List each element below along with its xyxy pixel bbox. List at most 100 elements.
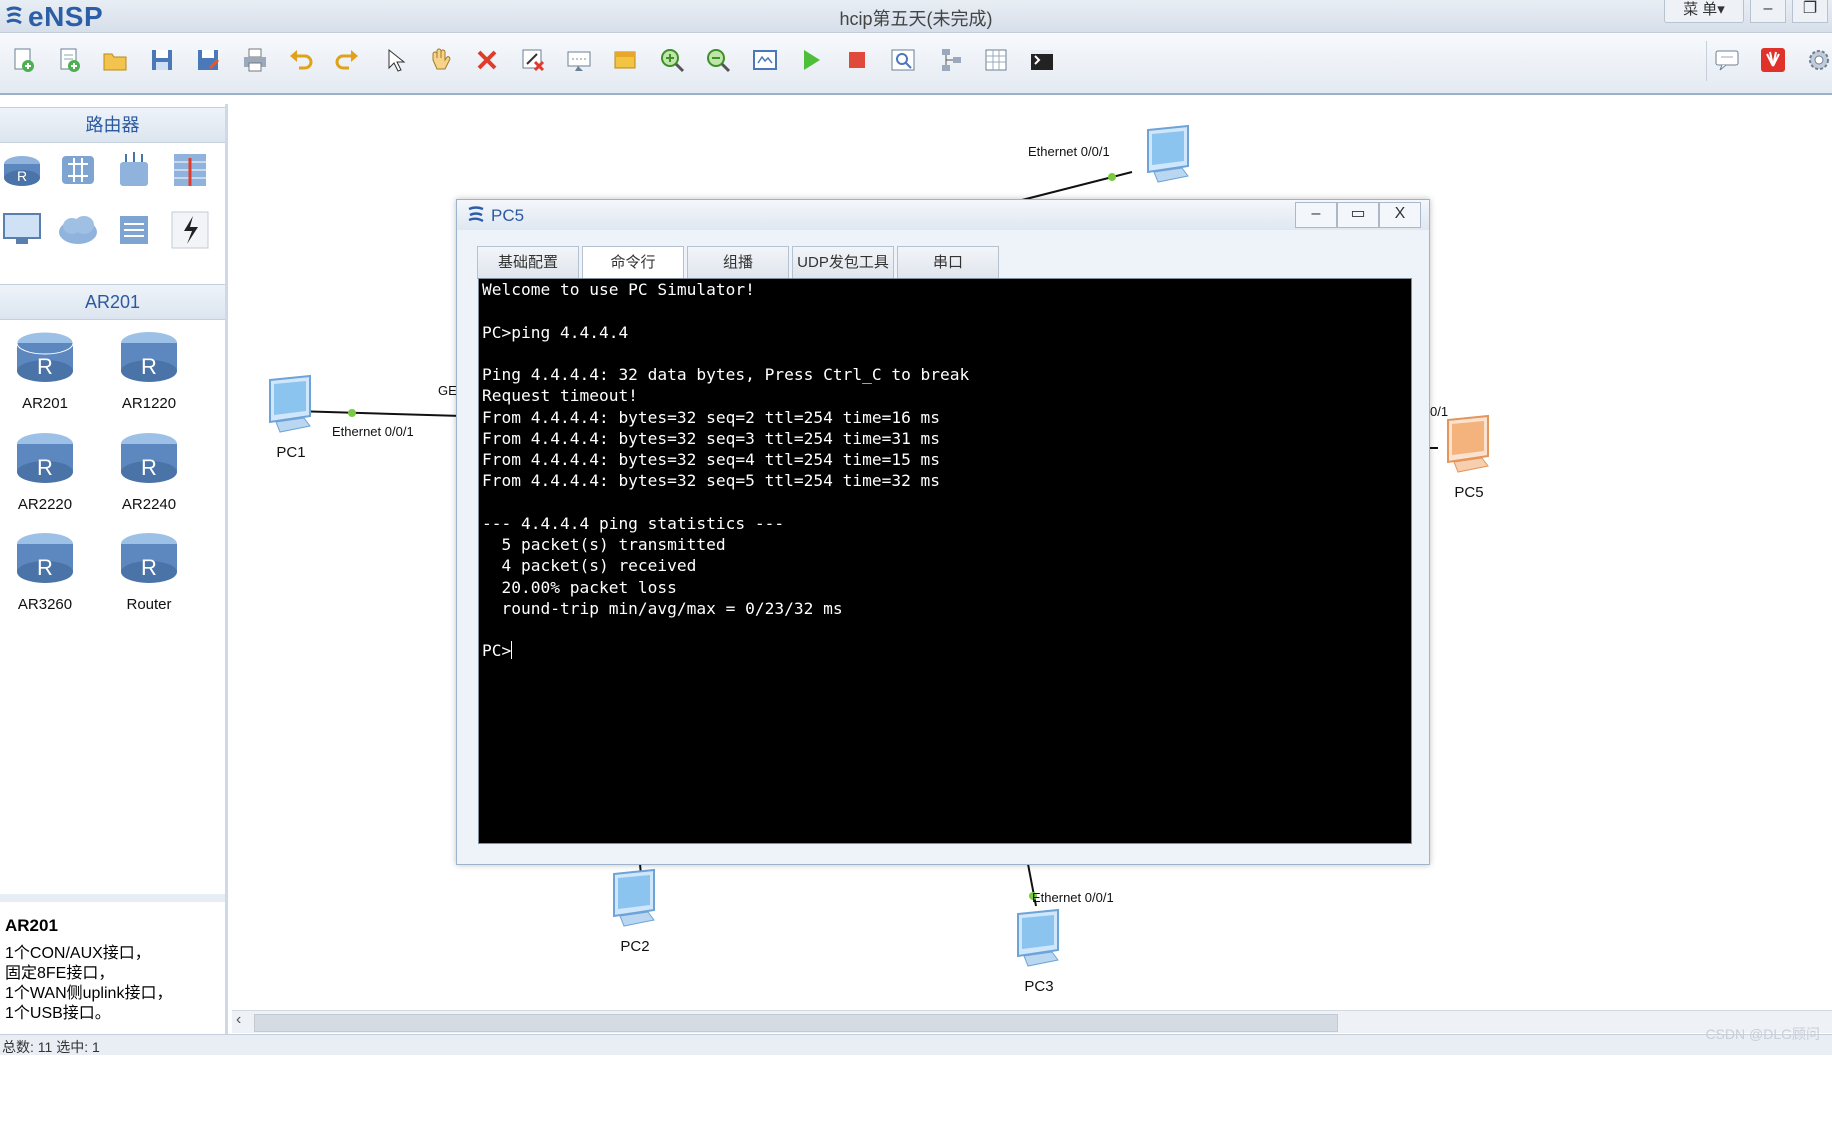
topology-icon[interactable] <box>935 45 965 75</box>
switch-category-icon[interactable] <box>56 148 100 192</box>
description-line: 1个WAN侧uplink接口， <box>5 985 173 1002</box>
console-line: Welcome to use PC Simulator! <box>482 280 755 299</box>
node-pc3[interactable]: PC3 <box>1004 908 1074 995</box>
svg-text:R: R <box>37 455 53 480</box>
router-icon: R <box>121 533 177 583</box>
firewall-category-icon[interactable] <box>168 148 212 192</box>
node-pc2[interactable]: PC2 <box>600 868 670 955</box>
new-topology-icon[interactable] <box>8 45 38 75</box>
redo-icon[interactable] <box>332 45 362 75</box>
pan-hand-icon[interactable] <box>425 45 455 75</box>
dialog-title: PC5 <box>491 206 525 225</box>
cloud-category-icon[interactable] <box>56 208 100 252</box>
console-line: From 4.4.4.4: bytes=32 seq=5 ttl=254 tim… <box>482 471 941 491</box>
console-line <box>479 300 1411 321</box>
console-line: 20.00% packet loss <box>482 577 677 597</box>
device-ar201[interactable]: R AR201 <box>0 329 90 412</box>
settings-icon[interactable] <box>1804 45 1832 75</box>
tab-basic-config[interactable]: 基础配置 <box>477 246 579 279</box>
open-icon[interactable] <box>100 45 130 75</box>
main-menu-button[interactable]: 菜 单▾ <box>1664 0 1744 23</box>
tab-serial[interactable]: 串口 <box>897 246 999 279</box>
console-line <box>479 343 1411 364</box>
save-as-icon[interactable] <box>193 45 223 75</box>
console-line <box>479 619 1411 640</box>
palette-icon[interactable] <box>610 45 640 75</box>
minimize-button[interactable]: – <box>1750 0 1786 23</box>
dialog-maximize-button[interactable]: ▭ <box>1337 202 1379 228</box>
scroll-left-icon[interactable]: ‹ <box>236 1011 241 1029</box>
svg-text:R: R <box>141 455 157 480</box>
undo-icon[interactable] <box>286 45 316 75</box>
print-icon[interactable] <box>240 45 270 75</box>
device-ar2240[interactable]: R AR2240 <box>104 430 194 513</box>
delete-icon[interactable] <box>472 45 502 75</box>
fit-icon[interactable] <box>750 45 780 75</box>
device-label: AR2240 <box>121 496 177 513</box>
svg-text:R: R <box>141 354 157 379</box>
delete-link-icon[interactable] <box>518 45 548 75</box>
dialog-title-bar[interactable]: PC5 – ▭ X <box>457 200 1429 230</box>
zoom-in-icon[interactable] <box>657 45 687 75</box>
save-icon[interactable] <box>147 45 177 75</box>
console-line: From 4.4.4.4: bytes=32 seq=4 ttl=254 tim… <box>482 450 941 469</box>
command-console[interactable]: Welcome to use PC Simulator! PC>ping 4.4… <box>478 278 1412 844</box>
console-line: From 4.4.4.4: bytes=32 seq=2 ttl=254 tim… <box>482 407 941 427</box>
device-ar1220[interactable]: R AR1220 <box>104 329 194 412</box>
device-description: AR201 1个CON/AUX接口， 固定8FE接口， 1个WAN侧uplink… <box>0 894 225 1142</box>
select-icon[interactable] <box>379 45 409 75</box>
restore-button[interactable]: ❐ <box>1792 0 1828 23</box>
new-example-icon[interactable] <box>54 45 84 75</box>
router-icon: R <box>17 433 73 483</box>
start-device-icon[interactable] <box>796 45 826 75</box>
tab-udp-tool[interactable]: UDP发包工具 <box>792 246 894 279</box>
device-ar2220[interactable]: R AR2220 <box>0 430 90 513</box>
category-title: 路由器 <box>0 107 225 143</box>
link-label: 0/1 <box>1430 404 1449 419</box>
link-label: Ethernet 0/0/1 <box>1032 890 1114 905</box>
device-list-title: AR201 <box>0 284 225 320</box>
dialog-minimize-button[interactable]: – <box>1295 202 1337 228</box>
pc-icon <box>1017 908 1059 967</box>
connection-icon[interactable] <box>168 208 212 252</box>
node-pc5[interactable]: PC5 <box>1434 414 1504 501</box>
link-status-dot <box>1108 173 1116 181</box>
node-label: PC1 <box>276 444 306 461</box>
stop-device-icon[interactable] <box>842 45 872 75</box>
node-pc1[interactable]: PC1 <box>256 374 326 461</box>
console-line: From 4.4.4.4: bytes=32 seq=3 ttl=254 tim… <box>482 428 941 448</box>
console-line <box>479 492 1411 513</box>
device-label: AR1220 <box>121 395 177 412</box>
console-prompt-line[interactable]: PC> <box>479 640 1411 661</box>
device-ar3260[interactable]: R AR3260 <box>0 530 90 613</box>
other-device-icon[interactable] <box>112 208 156 252</box>
svg-text:R: R <box>37 354 53 379</box>
wireless-category-icon[interactable] <box>112 148 156 192</box>
scroll-thumb[interactable] <box>254 1014 1338 1032</box>
huawei-logo-icon[interactable] <box>1758 45 1788 75</box>
description-title: AR201 <box>5 916 58 935</box>
tab-multicast[interactable]: 组播 <box>687 246 789 279</box>
main-toolbar <box>0 33 1832 95</box>
router-icon: R <box>16 331 74 382</box>
pc-category-icon[interactable] <box>0 208 44 252</box>
status-bar: 总数: 11 选中: 1 <box>0 1034 1832 1055</box>
console-line: round-trip min/avg/max = 0/23/32 ms <box>482 598 843 618</box>
window-title: hcip第五天(未完成) <box>839 9 993 29</box>
cli-icon[interactable] <box>1027 45 1057 75</box>
zoom-out-icon[interactable] <box>703 45 733 75</box>
router-category-icon[interactable]: R <box>0 148 44 192</box>
pc-icon <box>1447 414 1489 473</box>
link-status-dot <box>348 409 356 417</box>
text-icon[interactable] <box>564 45 594 75</box>
horizontal-scrollbar[interactable]: ‹ <box>232 1010 1832 1033</box>
tab-command-line[interactable]: 命令行 <box>582 246 684 279</box>
chat-icon[interactable] <box>1712 45 1742 75</box>
description-line: 1个USB接口。 <box>5 1005 111 1022</box>
dialog-close-button[interactable]: X <box>1379 202 1421 228</box>
node-pc4[interactable] <box>1134 124 1204 194</box>
router-icon: R <box>121 433 177 483</box>
capture-icon[interactable] <box>888 45 918 75</box>
device-router[interactable]: R Router <box>104 530 194 613</box>
grid-icon[interactable] <box>981 45 1011 75</box>
